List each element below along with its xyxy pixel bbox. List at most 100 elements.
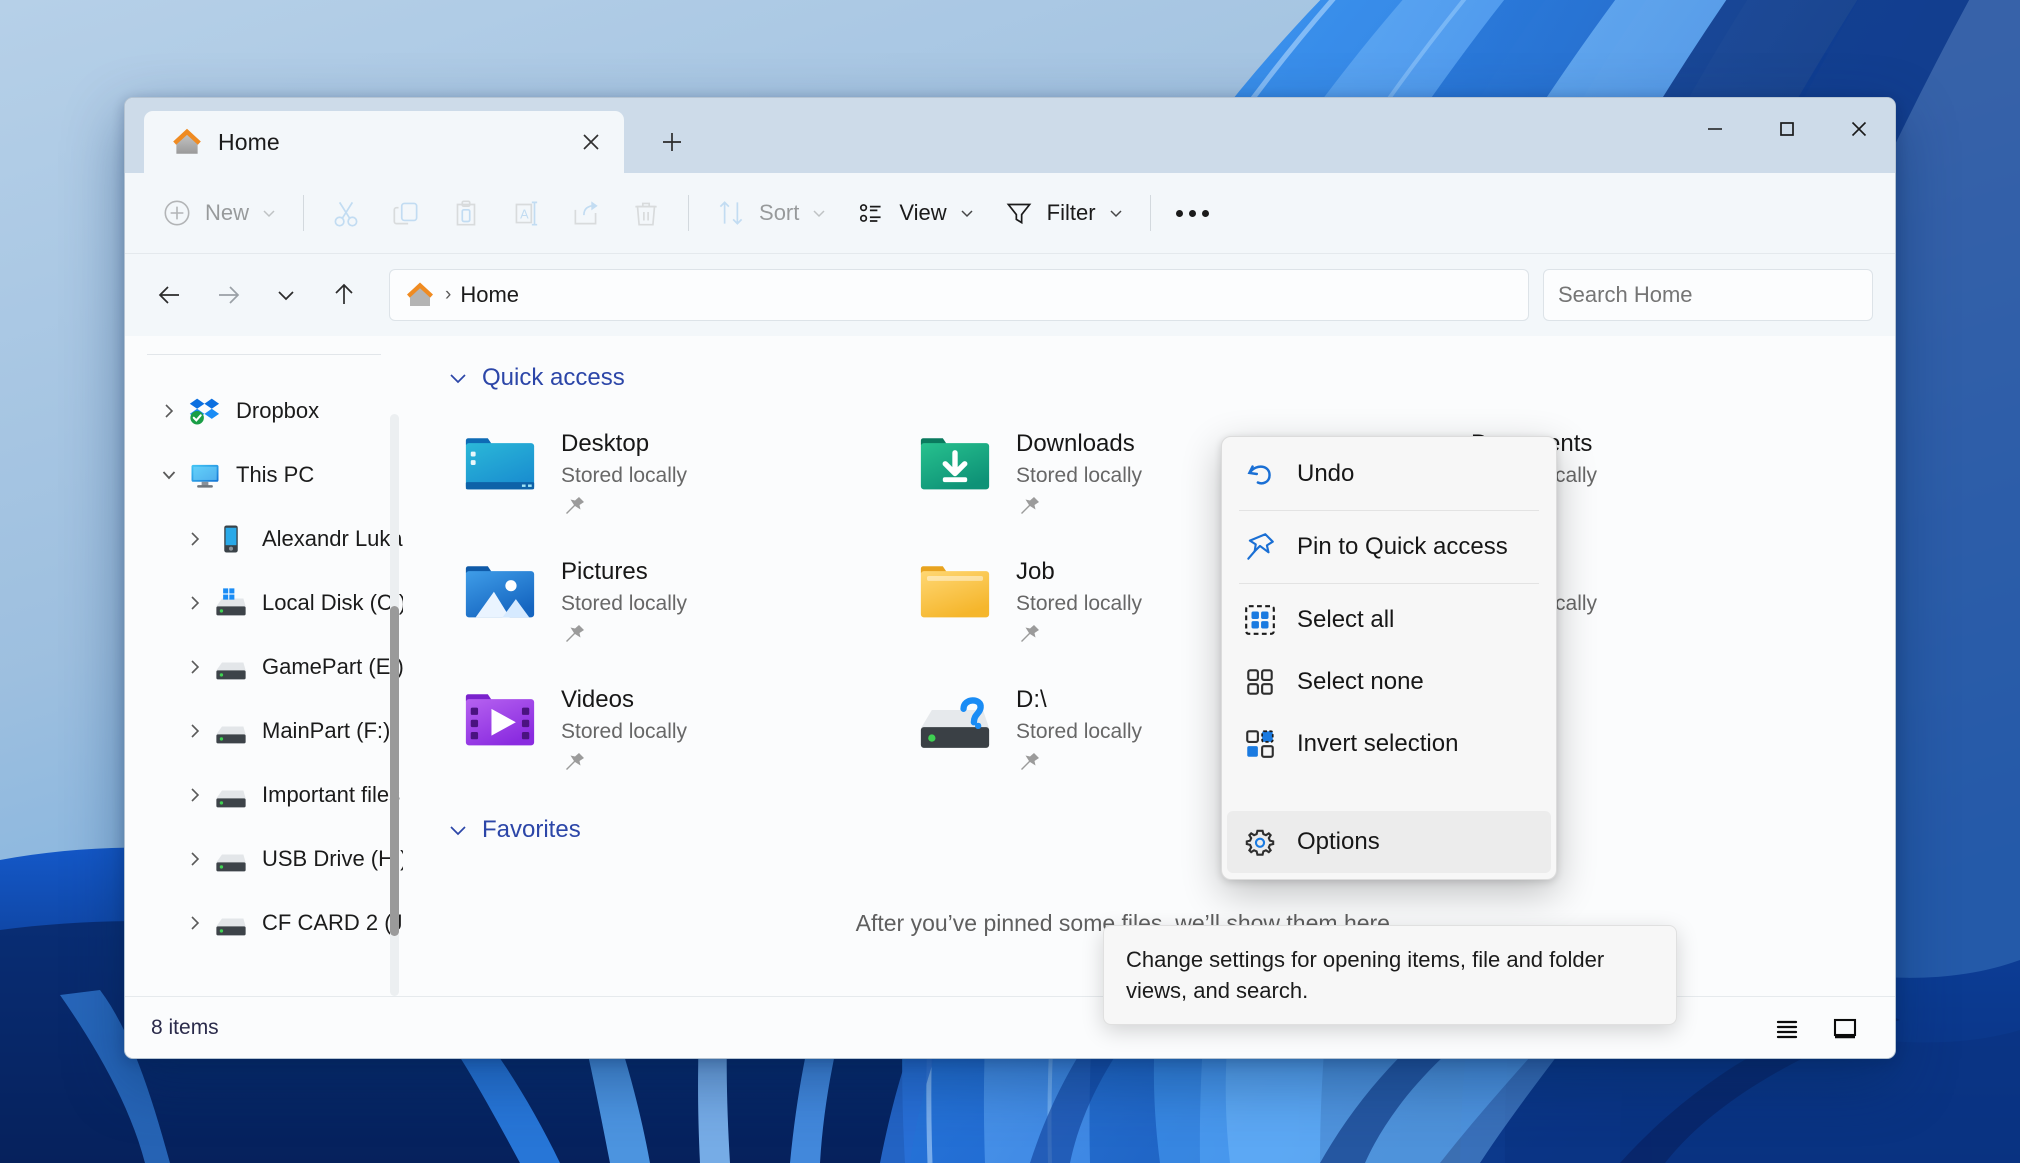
pin-icon — [1243, 530, 1277, 564]
file-list-pane: Quick access — [403, 336, 1895, 996]
toolbar-divider-3 — [1150, 195, 1151, 231]
explorer-body: Dropbox This PC — [125, 336, 1895, 996]
menu-separator — [1239, 510, 1539, 511]
new-tab-button[interactable] — [646, 116, 698, 168]
back-button[interactable] — [143, 268, 197, 322]
menu-item-options[interactable]: Options — [1227, 811, 1551, 873]
quick-access-header[interactable]: Quick access — [447, 364, 1895, 392]
view-button-label: View — [899, 200, 946, 226]
home-icon — [170, 125, 204, 159]
quick-access-item-videos[interactable]: Videos Stored locally — [447, 666, 902, 794]
sidebar-item-important-files[interactable]: Important files — [133, 763, 395, 827]
close-tab-icon[interactable] — [570, 121, 612, 163]
menu-item-invert-selection[interactable]: Invert selection — [1227, 713, 1551, 775]
delete-button[interactable] — [616, 187, 676, 239]
chevron-right-icon[interactable] — [177, 658, 213, 676]
breadcrumb-home-icon[interactable] — [404, 279, 436, 311]
sidebar-item-label: MainPart (F:) — [262, 718, 390, 744]
breadcrumb-current[interactable]: Home — [460, 282, 519, 308]
close-window-button[interactable] — [1823, 98, 1895, 160]
quick-access-item-pictures[interactable]: Pictures Stored locally — [447, 538, 902, 666]
downloads-folder-icon — [916, 426, 994, 504]
chevron-right-icon[interactable] — [177, 914, 213, 932]
maximize-button[interactable] — [1751, 98, 1823, 160]
chevron-right-icon[interactable] — [177, 530, 213, 548]
pin-icon — [1016, 622, 1142, 653]
paste-icon — [449, 196, 483, 230]
share-button[interactable] — [556, 187, 616, 239]
sort-button[interactable]: Sort — [701, 187, 841, 239]
filter-icon — [1002, 196, 1036, 230]
sidebar-item-gamepart-e[interactable]: GamePart (E:) — [133, 635, 395, 699]
menu-item-select-none[interactable]: Select none — [1227, 651, 1551, 713]
minimize-button[interactable] — [1679, 98, 1751, 160]
favorites-title: Favorites — [482, 816, 581, 844]
rename-icon: A — [509, 196, 543, 230]
folder-icon — [916, 554, 994, 632]
cut-button[interactable] — [316, 187, 376, 239]
chevron-down-icon[interactable] — [447, 819, 469, 841]
favorites-header[interactable]: Favorites — [447, 816, 1895, 844]
pin-icon — [1016, 750, 1142, 781]
menu-item-pin-to-quick-access[interactable]: Pin to Quick access — [1227, 516, 1551, 578]
details-view-button[interactable] — [1763, 1006, 1811, 1050]
sidebar-divider — [147, 354, 381, 355]
item-name: Downloads — [1016, 430, 1142, 458]
chevron-down-icon[interactable] — [447, 367, 469, 389]
menu-item-select-all[interactable]: Select all — [1227, 589, 1551, 651]
videos-folder-icon — [461, 682, 539, 760]
filter-button[interactable]: Filter — [989, 187, 1138, 239]
scissors-icon — [329, 196, 363, 230]
chevron-right-icon[interactable] — [177, 722, 213, 740]
sidebar-item-usb-drive-h[interactable]: USB Drive (H:) — [133, 827, 395, 891]
item-status: Stored locally — [1016, 592, 1142, 616]
sidebar-item-alexandr-lukas[interactable]: Alexandr Lukas — [133, 507, 395, 571]
new-button[interactable]: New — [147, 187, 291, 239]
menu-item-undo[interactable]: Undo — [1227, 443, 1551, 505]
quick-access-title: Quick access — [482, 364, 625, 392]
rename-button[interactable]: A — [496, 187, 556, 239]
tab-label: Home — [218, 129, 570, 156]
quick-access-item-desktop[interactable]: Desktop Stored locally — [447, 410, 902, 538]
chevron-down-icon[interactable] — [151, 466, 187, 484]
sidebar-item-label: Alexandr Lukas — [262, 526, 403, 552]
svg-text:A: A — [520, 206, 529, 221]
see-more-button[interactable] — [1163, 187, 1222, 239]
menu-separator-2 — [1239, 583, 1539, 584]
copy-icon — [389, 196, 423, 230]
sidebar-item-mainpart-f[interactable]: MainPart (F:) — [133, 699, 395, 763]
chevron-right-icon[interactable] — [177, 850, 213, 868]
phone-icon — [213, 521, 249, 557]
tab-home[interactable]: Home — [144, 111, 624, 173]
toolbar-divider — [303, 195, 304, 231]
this-pc-icon — [187, 457, 223, 493]
menu-item-label: Select all — [1297, 606, 1394, 634]
forward-button[interactable] — [201, 268, 255, 322]
chevron-right-icon[interactable] — [177, 786, 213, 804]
chevron-right-icon[interactable] — [151, 402, 187, 420]
copy-button[interactable] — [376, 187, 436, 239]
sidebar-item-cf-card-2-j[interactable]: CF CARD 2 (J:) — [133, 891, 395, 955]
item-name: Desktop — [561, 430, 687, 458]
item-name: Pictures — [561, 558, 687, 586]
search-input[interactable] — [1558, 282, 1858, 308]
paste-button[interactable] — [436, 187, 496, 239]
menu-item-label: Pin to Quick access — [1297, 533, 1508, 561]
sidebar-item-dropbox[interactable]: Dropbox — [133, 379, 395, 443]
large-icons-view-button[interactable] — [1821, 1006, 1869, 1050]
sort-icon — [714, 196, 748, 230]
sidebar-item-local-disk-c[interactable]: Local Disk (C:) — [133, 571, 395, 635]
chevron-down-icon — [260, 204, 278, 222]
menu-item-label: Options — [1297, 828, 1380, 856]
view-button[interactable]: View — [841, 187, 988, 239]
sidebar-item-this-pc[interactable]: This PC — [133, 443, 395, 507]
breadcrumb[interactable]: › Home — [389, 269, 1529, 321]
sidebar-scrollbar-thumb[interactable] — [390, 606, 399, 936]
quick-access-grid: Desktop Stored locally — [447, 410, 1895, 794]
search-box[interactable] — [1543, 269, 1873, 321]
recent-locations-button[interactable] — [259, 268, 313, 322]
see-more-context-menu: Undo Pin to Quick access — [1221, 436, 1557, 880]
windows-drive-icon — [213, 585, 249, 621]
chevron-right-icon[interactable] — [177, 594, 213, 612]
up-button[interactable] — [317, 268, 371, 322]
